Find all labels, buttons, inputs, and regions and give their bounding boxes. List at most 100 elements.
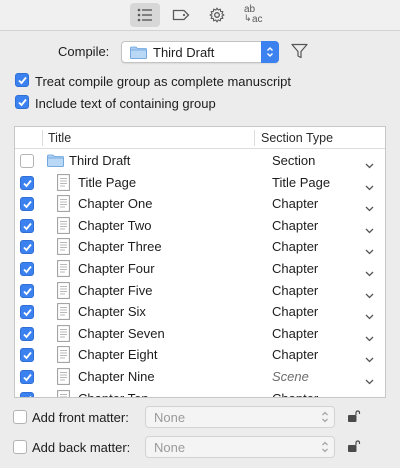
table-row[interactable]: Chapter Seven Chapter: [15, 323, 385, 345]
chevron-down-icon[interactable]: [365, 351, 374, 366]
row-section-type[interactable]: Chapter: [272, 261, 318, 276]
updown-chevron-icon: [322, 441, 328, 453]
row-section-type[interactable]: Chapter: [272, 218, 318, 233]
table-row[interactable]: Chapter One Chapter: [15, 193, 385, 215]
document-icon: [57, 303, 70, 323]
row-include-checkbox[interactable]: [20, 283, 34, 298]
row-title: Chapter Two: [78, 217, 152, 233]
chevron-down-icon[interactable]: [365, 395, 374, 397]
compile-group-value: Third Draft: [153, 45, 215, 60]
compile-group-select[interactable]: Third Draft: [121, 41, 279, 63]
row-section-type[interactable]: Chapter: [272, 326, 318, 341]
include-text-checkbox[interactable]: [15, 95, 29, 109]
table-row[interactable]: Chapter Nine Scene: [15, 366, 385, 388]
chevron-down-icon[interactable]: [365, 179, 374, 194]
row-include-checkbox[interactable]: [20, 305, 34, 320]
document-icon: [57, 346, 70, 366]
gear-icon: [209, 7, 225, 23]
table-row[interactable]: Chapter Six Chapter: [15, 301, 385, 323]
treat-compile-group-checkbox[interactable]: [15, 73, 29, 87]
row-section-type[interactable]: Chapter: [272, 196, 318, 211]
updown-chevron-icon: [267, 47, 273, 57]
row-section-type[interactable]: Chapter: [272, 283, 318, 298]
table-row[interactable]: Chapter Eight Chapter: [15, 344, 385, 366]
row-title: Chapter Five: [78, 282, 153, 298]
chevron-down-icon[interactable]: [365, 308, 374, 323]
document-icon: [57, 368, 70, 388]
table-row[interactable]: Chapter Two Chapter: [15, 215, 385, 237]
chevron-down-icon[interactable]: [365, 265, 374, 280]
select-stepper[interactable]: [261, 41, 279, 63]
back-matter-row: Add back matter: None: [11, 436, 391, 458]
row-include-checkbox[interactable]: [20, 326, 34, 341]
treat-compile-group-label: Treat compile group as complete manuscri…: [35, 74, 292, 89]
checkmark-icon: [23, 179, 32, 187]
row-include-checkbox[interactable]: [20, 262, 34, 276]
row-include-checkbox[interactable]: [20, 391, 34, 397]
unlock-icon[interactable]: [347, 410, 361, 423]
list-icon: [137, 8, 152, 22]
row-include-checkbox[interactable]: [20, 197, 34, 212]
checkmark-icon: [23, 201, 32, 209]
row-include-checkbox[interactable]: [20, 218, 34, 233]
document-icon: [57, 173, 70, 194]
back-matter-label: Add back matter:: [32, 440, 131, 455]
chevron-down-icon[interactable]: [365, 157, 374, 172]
front-matter-checkbox[interactable]: [13, 410, 27, 424]
row-include-checkbox[interactable]: [20, 240, 34, 255]
checkmark-icon: [23, 287, 32, 295]
column-divider: [42, 130, 43, 146]
front-matter-value: None: [154, 410, 186, 425]
title-column-header[interactable]: Title: [48, 131, 71, 145]
table-row[interactable]: Third Draft Section: [15, 150, 385, 172]
row-include-checkbox[interactable]: [20, 370, 34, 384]
chevron-down-icon[interactable]: [365, 200, 374, 215]
table-row[interactable]: Chapter Four Chapter: [15, 258, 385, 280]
table-header: Title Section Type: [15, 127, 385, 149]
row-title: Chapter Eight: [78, 347, 158, 363]
chevron-down-icon[interactable]: [365, 287, 374, 302]
chevron-down-icon[interactable]: [365, 243, 374, 258]
back-matter-value: None: [154, 440, 186, 455]
chevron-down-icon[interactable]: [365, 222, 374, 237]
contents-table: Title Section Type Third Draft Section Tit…: [14, 126, 386, 398]
chevron-down-icon[interactable]: [365, 330, 374, 345]
checkmark-icon: [23, 373, 32, 382]
row-section-type[interactable]: Chapter: [272, 391, 318, 397]
row-section-type[interactable]: Chapter: [272, 304, 318, 319]
row-section-type[interactable]: Section: [272, 153, 315, 168]
table-row[interactable]: Chapter Ten Chapter: [15, 388, 385, 397]
replacements-tab-button[interactable]: ab ↳ ac: [238, 3, 268, 27]
row-section-type[interactable]: Chapter: [272, 347, 318, 362]
row-title: Chapter Three: [78, 239, 162, 255]
contents-tab-button[interactable]: [130, 3, 160, 27]
folder-icon: [47, 154, 64, 170]
document-icon: [57, 324, 70, 345]
compile-row: Compile: Third Draft: [0, 40, 400, 64]
table-row[interactable]: Title Page Title Page: [15, 172, 385, 194]
options-tab-button[interactable]: [202, 3, 232, 27]
section-type-column-header[interactable]: Section Type: [261, 131, 333, 145]
back-matter-select[interactable]: None: [145, 436, 335, 458]
include-text-label: Include text of containing group: [35, 96, 216, 111]
table-row[interactable]: Chapter Three Chapter: [15, 236, 385, 258]
front-matter-select[interactable]: None: [145, 406, 335, 428]
row-title: Title Page: [78, 174, 137, 190]
row-section-type[interactable]: Chapter: [272, 239, 318, 254]
chevron-down-icon[interactable]: [365, 373, 374, 388]
row-title: Chapter Seven: [78, 325, 165, 341]
unlock-icon[interactable]: [347, 440, 361, 453]
back-matter-checkbox[interactable]: [13, 440, 27, 454]
folder-icon: [130, 46, 147, 59]
filter-icon[interactable]: [291, 43, 308, 59]
row-title: Third Draft: [69, 153, 131, 168]
row-include-checkbox[interactable]: [20, 154, 34, 168]
row-include-checkbox[interactable]: [20, 348, 34, 363]
table-row[interactable]: Chapter Five Chapter: [15, 280, 385, 302]
checkmark-icon: [29, 395, 32, 397]
row-section-type[interactable]: Scene: [272, 369, 309, 384]
row-section-type[interactable]: Title Page: [272, 175, 330, 190]
row-title: Chapter One: [78, 196, 153, 212]
labels-tab-button[interactable]: [166, 3, 196, 27]
row-include-checkbox[interactable]: [20, 175, 34, 190]
